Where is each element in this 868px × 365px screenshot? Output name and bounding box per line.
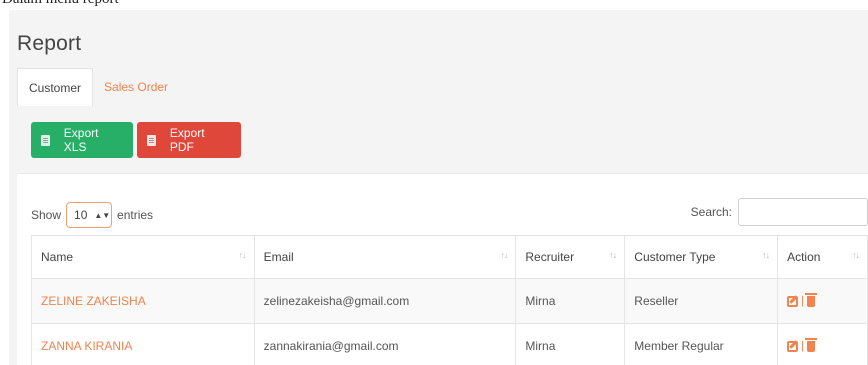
- tab-customer[interactable]: Customer: [17, 68, 94, 106]
- column-header-email[interactable]: Email ↑↓: [253, 235, 517, 279]
- sort-arrows-icon: ↑↓: [238, 250, 247, 260]
- table-header-row: Name ↑↓ Email ↑↓ Recruiter ↑↓ Customer Type…: [31, 235, 868, 279]
- export-xls-label: Export XLS: [63, 126, 99, 154]
- entries-select-value: 10: [74, 208, 88, 222]
- tab-sales-order[interactable]: Sales Order: [93, 68, 179, 106]
- column-header-label: Action: [787, 250, 821, 264]
- column-header-label: Email: [263, 250, 294, 264]
- entries-label: entries: [117, 208, 154, 222]
- row-actions: |: [787, 337, 858, 352]
- caption: Dalam menu report: [0, 0, 868, 10]
- action-separator: |: [801, 340, 804, 352]
- cell-email: zannakirania@gmail.com: [253, 323, 517, 365]
- column-header-label: Customer Type: [634, 250, 716, 264]
- search-control: Search:: [691, 198, 868, 226]
- sort-arrows-icon: ↑↓: [500, 250, 508, 260]
- cell-name: ZELINE ZAKEISHA: [31, 278, 255, 324]
- page-title: Report: [17, 32, 82, 55]
- report-page: Report Customer Sales Order Export XLS E…: [9, 10, 868, 365]
- cell-email: zelinezakeisha@gmail.com: [253, 278, 517, 324]
- trash-icon[interactable]: [804, 292, 817, 307]
- customer-report-panel: Export XLS Export PDF Show 10 ▲▼ entries…: [17, 106, 868, 365]
- select-caret-icon: ▲▼: [94, 210, 111, 220]
- customer-name-link[interactable]: ZANNA KIRANIA: [41, 339, 132, 353]
- table-row: ZELINE ZAKEISHA zelinezakeisha@gmail.com…: [31, 278, 868, 324]
- trash-icon[interactable]: [804, 337, 817, 352]
- file-icon: [41, 134, 50, 146]
- cell-action: |: [777, 323, 868, 365]
- column-header-name[interactable]: Name ↑↓: [31, 235, 255, 279]
- column-header-label: Name: [41, 250, 74, 264]
- column-header-label: Recruiter: [525, 250, 575, 264]
- show-label: Show: [31, 208, 62, 222]
- caption-text: Dalam menu report: [2, 0, 119, 8]
- export-pdf-button[interactable]: Export PDF: [137, 122, 241, 158]
- entries-length-control: Show 10 ▲▼ entries: [31, 202, 153, 228]
- column-header-customer-type[interactable]: Customer Type ↑↓: [624, 235, 779, 279]
- file-icon: [147, 134, 156, 146]
- table-row: ZANNA KIRANIA zannakirania@gmail.com Mir…: [31, 323, 868, 365]
- sort-arrows-icon: ↑↓: [609, 250, 617, 260]
- sort-arrows-icon: ↑↓: [762, 250, 770, 260]
- search-input[interactable]: [738, 198, 868, 226]
- column-header-action[interactable]: Action ↑↓: [777, 235, 868, 279]
- customer-name-link[interactable]: ZELINE ZAKEISHA: [41, 294, 146, 308]
- cell-customer-type: Member Regular: [624, 323, 779, 365]
- edit-icon[interactable]: [787, 295, 799, 307]
- report-tabs: Customer Sales Order: [17, 68, 179, 106]
- cell-recruiter: Mirna: [515, 323, 626, 365]
- export-xls-button[interactable]: Export XLS: [31, 122, 133, 158]
- sort-arrows-icon: ↑↓: [852, 250, 860, 260]
- cell-action: |: [777, 278, 868, 324]
- search-label: Search:: [690, 205, 732, 219]
- cell-customer-type: Reseller: [624, 278, 779, 324]
- cell-recruiter: Mirna: [515, 278, 626, 324]
- row-actions: |: [787, 292, 858, 307]
- column-header-recruiter[interactable]: Recruiter ↑↓: [515, 235, 626, 279]
- customer-table: Name ↑↓ Email ↑↓ Recruiter ↑↓ Customer Type…: [31, 235, 868, 365]
- export-toolbar: Export XLS Export PDF: [17, 106, 868, 174]
- export-pdf-label: Export PDF: [169, 126, 205, 154]
- entries-select[interactable]: 10 ▲▼: [66, 202, 113, 228]
- edit-icon[interactable]: [787, 340, 799, 352]
- cell-name: ZANNA KIRANIA: [31, 323, 255, 365]
- action-separator: |: [801, 295, 804, 307]
